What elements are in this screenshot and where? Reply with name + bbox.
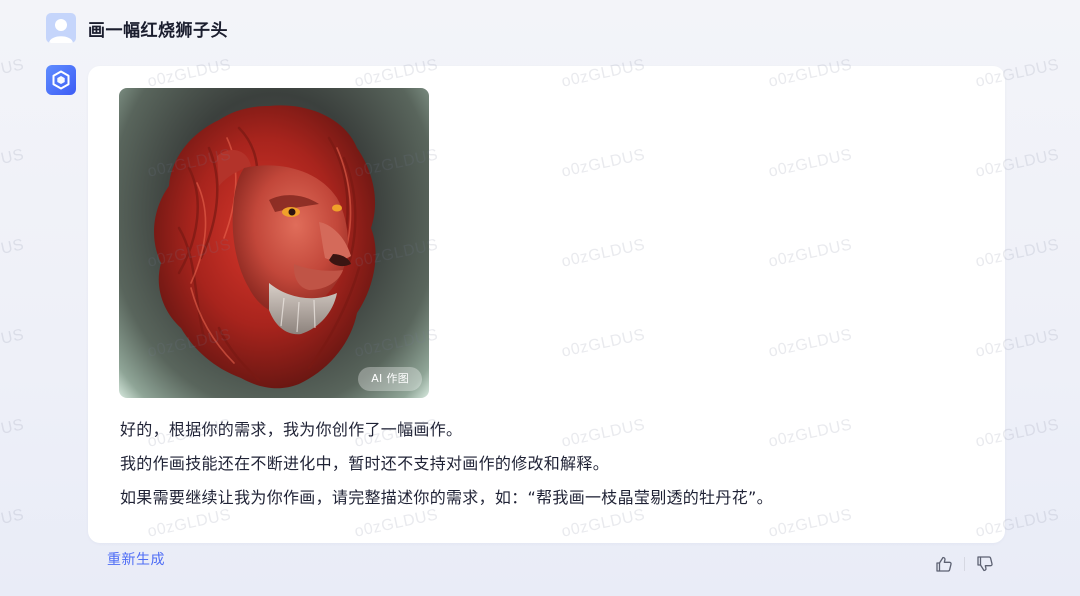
bot-message-line: 好的，根据你的需求，我为你创作了一幅画作。 xyxy=(120,420,463,439)
regenerate-button[interactable]: 重新生成 xyxy=(107,549,165,569)
watermark-text: o0zGLDUS xyxy=(0,56,26,91)
generated-image[interactable]: AI 作图 xyxy=(119,88,429,398)
dislike-button[interactable] xyxy=(974,553,996,575)
watermark-text: o0zGLDUS xyxy=(0,506,26,541)
watermark-text: o0zGLDUS xyxy=(0,416,26,451)
ai-image-badge: AI 作图 xyxy=(358,367,422,391)
watermark-text: o0zGLDUS xyxy=(0,146,26,181)
user-message: 画一幅红烧狮子头 xyxy=(46,13,228,43)
watermark-text: o0zGLDUS xyxy=(0,326,26,361)
like-button[interactable] xyxy=(933,553,955,575)
feedback-divider xyxy=(964,557,965,571)
bot-message-card: AI 作图 好的，根据你的需求，我为你创作了一幅画作。 我的作画技能还在不断进化… xyxy=(88,66,1005,543)
user-message-text: 画一幅红烧狮子头 xyxy=(88,20,228,41)
thumbs-down-icon xyxy=(977,556,993,572)
bot-logo-icon xyxy=(46,65,76,95)
feedback-controls xyxy=(933,553,996,575)
user-avatar-icon xyxy=(46,13,76,43)
lion-image xyxy=(154,105,376,389)
watermark-text: o0zGLDUS xyxy=(0,236,26,271)
bot-message-line: 如果需要继续让我为你作画，请完整描述你的需求，如：“帮我画一枝晶莹剔透的牡丹花”… xyxy=(120,488,773,507)
bot-message-text: 好的，根据你的需求，我为你创作了一幅画作。 我的作画技能还在不断进化中，暂时还不… xyxy=(120,418,980,520)
bot-message-line: 我的作画技能还在不断进化中，暂时还不支持对画作的修改和解释。 xyxy=(120,454,610,473)
thumbs-up-icon xyxy=(936,556,952,572)
